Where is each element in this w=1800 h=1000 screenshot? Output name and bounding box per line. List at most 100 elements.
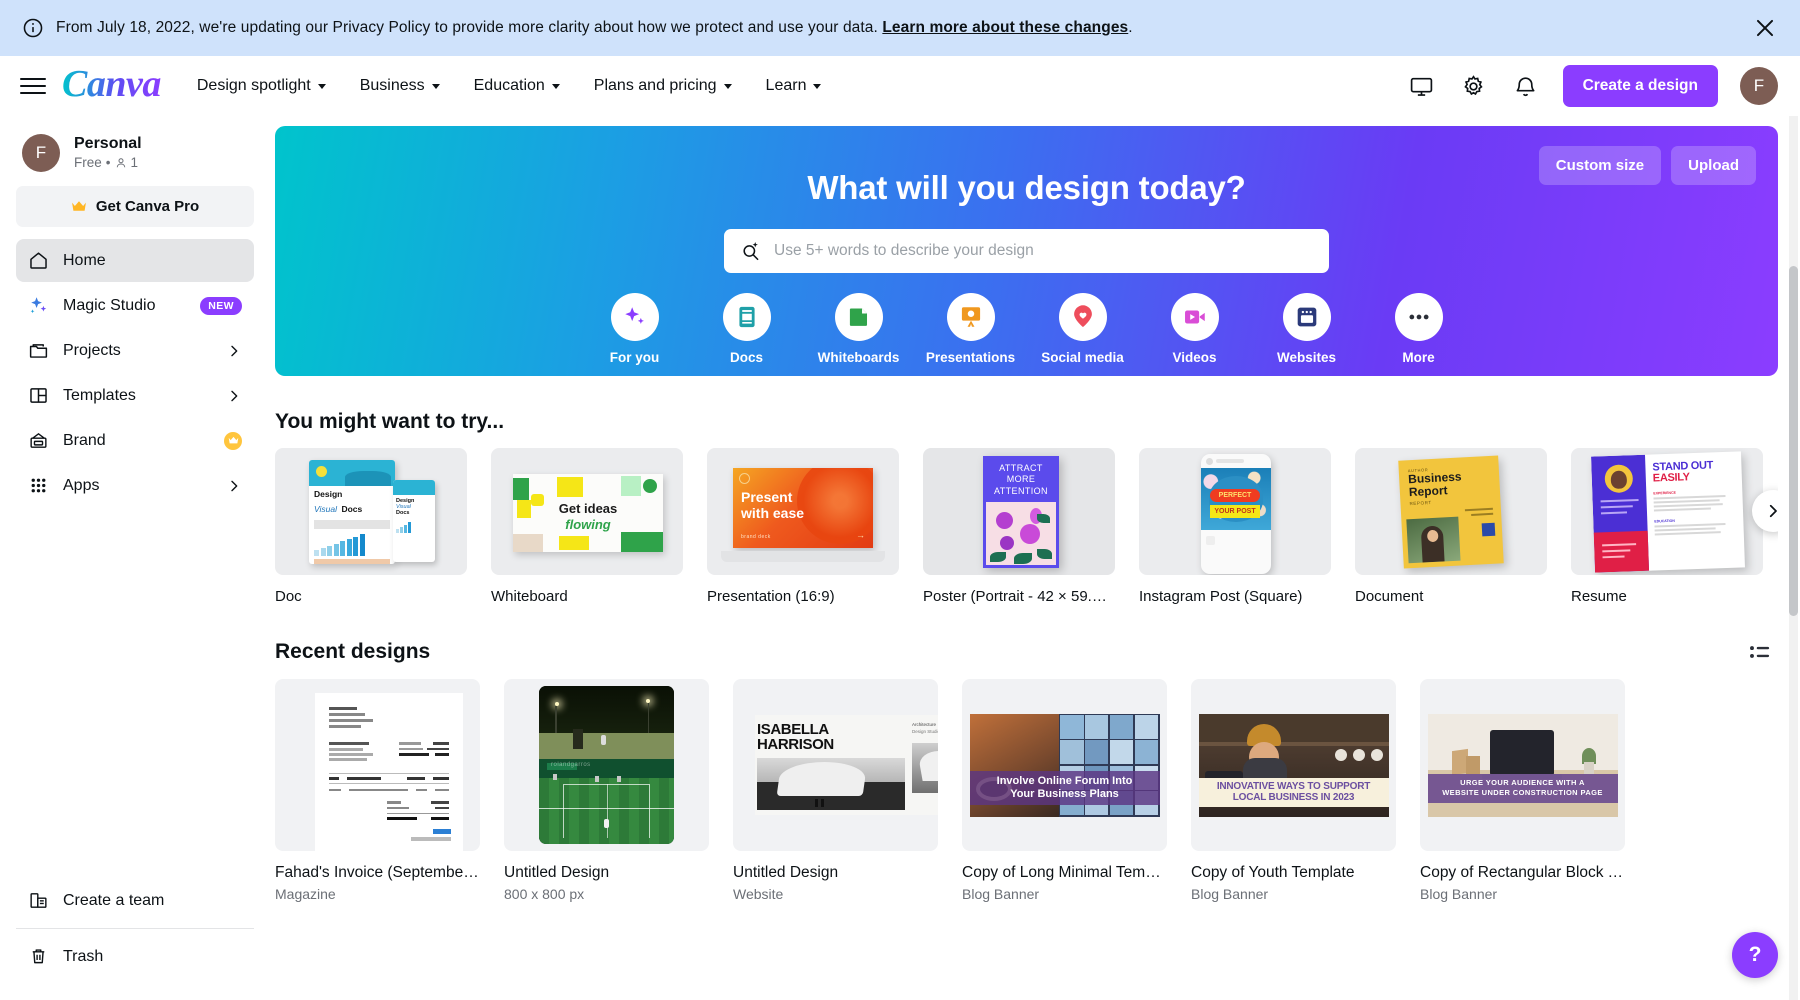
recent-design-card[interactable]: Involve Online Forum Into Your Business … [962, 679, 1167, 902]
template-card-whiteboard[interactable]: Get ideas flowing Whiteboard [491, 448, 683, 605]
design-subtitle: Magazine [275, 886, 336, 902]
whiteboard-icon [834, 293, 883, 341]
get-canva-pro-button[interactable]: Get Canva Pro [16, 186, 254, 227]
privacy-learn-more-link[interactable]: Learn more about these changes [882, 19, 1128, 36]
hero-banner: Custom size Upload What will you design … [275, 126, 1778, 376]
avatar: F [22, 134, 60, 172]
recent-design-card[interactable]: rolandgarros Untitled Design 800 x 800 p… [504, 679, 709, 902]
thumb-text: HARRISON [757, 736, 834, 754]
magic-sparkle-icon [610, 293, 659, 341]
sidebar-item-brand[interactable]: Brand [16, 419, 254, 462]
more-dots-icon [1394, 293, 1443, 341]
recent-design-card[interactable]: ISABELLA HARRISON Architecture Design St… [733, 679, 938, 902]
template-card-instagram-post[interactable]: PERFECT YOUR POST Instagram Post (Square… [1139, 448, 1331, 605]
nav-item-plans-and-pricing[interactable]: Plans and pricing [594, 77, 732, 95]
sidebar-item-label: Home [63, 251, 106, 269]
privacy-banner: From July 18, 2022, we're updating our P… [0, 0, 1800, 56]
sidebar-item-label: Create a team [63, 891, 165, 909]
design-thumbnail: Involve Online Forum Into Your Business … [962, 679, 1167, 851]
sidebar-item-projects[interactable]: Projects [16, 329, 254, 372]
upload-button[interactable]: Upload [1671, 146, 1756, 185]
page-scrollbar-thumb[interactable] [1789, 266, 1798, 616]
section-title: Recent designs [275, 640, 431, 663]
category-social-media[interactable]: Social media [1027, 293, 1139, 365]
sidebar-item-apps[interactable]: Apps [16, 464, 254, 507]
recent-designs-row: Fahad's Invoice (September 20... Magazin… [275, 679, 1778, 902]
template-thumbnail: Present with ease brand deck → [707, 448, 899, 575]
member-count: 1 [130, 155, 139, 171]
sidebar-item-magic-studio[interactable]: Magic Studio NEW [16, 284, 254, 327]
category-more[interactable]: More [1363, 293, 1475, 365]
gear-icon[interactable] [1459, 71, 1489, 101]
category-label: Presentations [925, 350, 1016, 365]
create-a-design-button[interactable]: Create a design [1562, 65, 1718, 107]
thumb-text: YOUR POST [1210, 505, 1260, 518]
sidebar-item-trash[interactable]: Trash [16, 935, 254, 978]
recent-design-card[interactable]: Fahad's Invoice (September 20... Magazin… [275, 679, 480, 902]
template-card-presentation[interactable]: Present with ease brand deck → Presentat… [707, 448, 899, 605]
search-box[interactable] [724, 229, 1329, 273]
sidebar-item-templates[interactable]: Templates [16, 374, 254, 417]
try-cards-row: Design Visual Docs Design Visual Docs Do… [275, 448, 1778, 605]
design-title: Untitled Design [504, 864, 610, 881]
new-badge: NEW [200, 296, 242, 315]
get-canva-pro-label: Get Canva Pro [95, 198, 200, 215]
template-card-document[interactable]: AUTHOR Business Report REPORT Document [1355, 448, 1547, 605]
sidebar-item-create-a-team[interactable]: Create a team [16, 879, 254, 922]
design-subtitle: Website [733, 886, 784, 902]
display-monitor-icon[interactable] [1407, 71, 1437, 101]
category-shortcuts: For you Docs Whiteboards Presentations S… [275, 293, 1778, 365]
nav-item-design-spotlight[interactable]: Design spotlight [197, 77, 326, 95]
design-subtitle: Blog Banner [1420, 886, 1498, 902]
template-thumbnail: PERFECT YOUR POST [1139, 448, 1331, 575]
category-whiteboards[interactable]: Whiteboards [803, 293, 915, 365]
template-card-resume[interactable]: STAND OUT EASILY EXPERIENCE EDUCATION Re… [1571, 448, 1763, 605]
thumb-text: Involve Online Forum Into [996, 775, 1133, 788]
category-docs[interactable]: Docs [691, 293, 803, 365]
nav-item-education[interactable]: Education [474, 77, 560, 95]
category-websites[interactable]: Websites [1251, 293, 1363, 365]
list-view-icon[interactable] [1747, 639, 1773, 665]
home-icon [30, 252, 47, 269]
template-card-poster[interactable]: ATTRACT MORE ATTENTION Poster (Portrait … [923, 448, 1115, 605]
user-avatar[interactable]: F [1740, 67, 1778, 105]
nav-item-learn[interactable]: Learn [766, 77, 822, 95]
account-switcher[interactable]: F Personal Free • 1 [16, 122, 254, 186]
recent-design-card[interactable]: INNOVATIVE WAYS TO SUPPORT LOCAL BUSINES… [1191, 679, 1396, 902]
category-for-you[interactable]: For you [579, 293, 691, 365]
sidebar-item-home[interactable]: Home [16, 239, 254, 282]
design-thumbnail: rolandgarros [504, 679, 709, 851]
search-input[interactable] [774, 242, 1313, 260]
recent-design-card[interactable]: URGE YOUR AUDIENCE WITH A WEBSITE UNDER … [1420, 679, 1625, 902]
sidebar: F Personal Free • 1 Get Canva Pro Home M… [0, 116, 270, 1000]
chevron-right-icon [231, 480, 238, 491]
hamburger-menu-icon[interactable] [20, 73, 46, 99]
design-title: Fahad's Invoice (September 20... [275, 864, 480, 881]
template-thumbnail: Design Visual Docs Design Visual Docs [275, 448, 467, 575]
nav-label: Plans and pricing [593, 77, 717, 94]
account-name: Personal [74, 135, 142, 153]
thumb-text: Docs [341, 504, 363, 515]
thumb-text: Design [314, 489, 343, 499]
category-videos[interactable]: Videos [1139, 293, 1251, 365]
nav-item-business[interactable]: Business [360, 77, 440, 95]
template-label: Poster (Portrait - 42 × 59.4 ... [923, 588, 1115, 605]
template-card-doc[interactable]: Design Visual Docs Design Visual Docs Do… [275, 448, 467, 605]
template-label: Doc [275, 588, 302, 605]
close-icon[interactable] [1752, 15, 1778, 41]
recent-section-header: Recent designs [275, 639, 1778, 665]
help-button[interactable]: ? [1732, 932, 1778, 978]
thumb-text: INNOVATIVE WAYS TO SUPPORT [1216, 780, 1371, 792]
magic-search-icon [743, 242, 759, 261]
category-presentations[interactable]: Presentations [915, 293, 1027, 365]
template-label: Whiteboard [491, 588, 568, 605]
top-nav-right-actions: Create a design F [1407, 65, 1778, 107]
canva-logo[interactable]: Canva [62, 65, 161, 107]
main-nav-items: Design spotlight Business Education Plan… [197, 77, 822, 95]
custom-size-button[interactable]: Custom size [1538, 146, 1662, 185]
account-separator: • [105, 155, 111, 171]
chevron-right-icon [1769, 504, 1777, 518]
thumb-text: MORE [1006, 474, 1036, 485]
bell-notification-icon[interactable] [1511, 71, 1541, 101]
template-thumbnail: STAND OUT EASILY EXPERIENCE EDUCATION [1571, 448, 1763, 575]
